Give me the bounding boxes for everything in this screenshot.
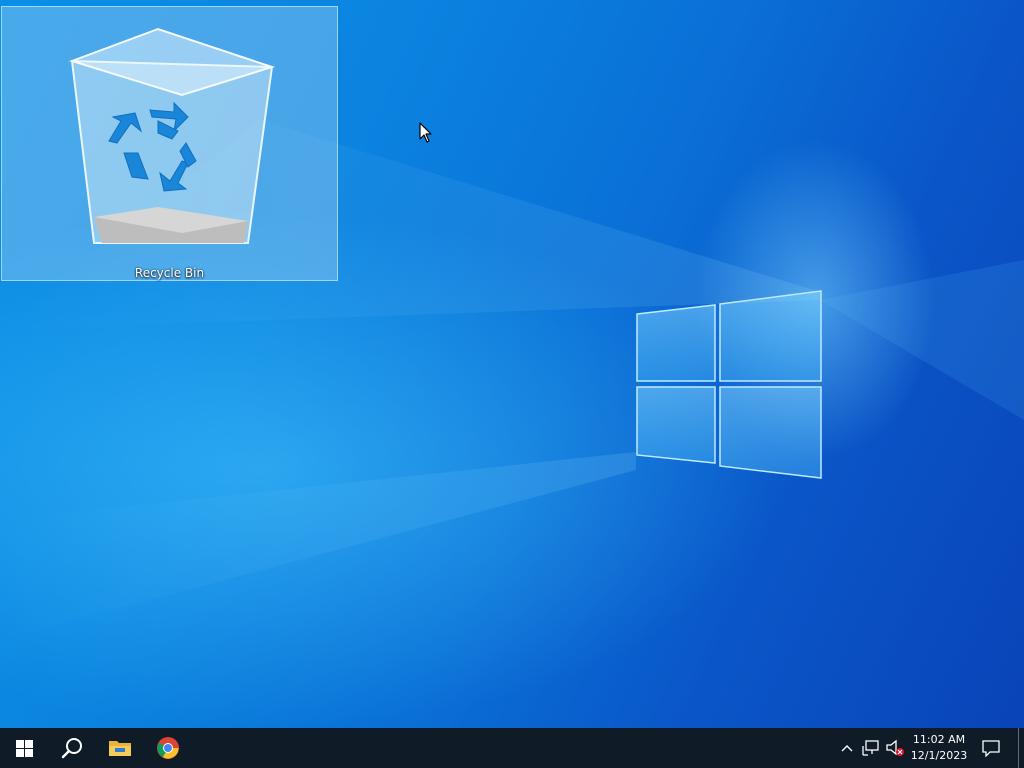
chevron-up-icon <box>841 745 853 752</box>
clock-date: 12/1/2023 <box>910 749 968 762</box>
folder-icon <box>109 741 131 756</box>
recycle-bin-label: Recycle Bin <box>134 266 205 280</box>
mouse-cursor-icon <box>419 122 432 143</box>
taskbar-clock[interactable]: 11:02 AM 12/1/2023 <box>906 728 972 768</box>
recycle-bin-desktop-icon[interactable]: Recycle Bin <box>1 6 338 281</box>
taskbar: 11:02 AM 12/1/2023 <box>0 728 1024 768</box>
windows-logo-icon <box>15 739 33 757</box>
network-button[interactable] <box>860 728 882 768</box>
action-center-icon <box>982 739 1000 757</box>
search-icon <box>61 738 82 759</box>
volume-muted-icon <box>886 739 904 756</box>
file-explorer-button[interactable] <box>96 728 144 768</box>
clock-time: 11:02 AM <box>912 733 966 746</box>
chrome-button[interactable] <box>144 728 192 768</box>
search-button[interactable] <box>48 728 96 768</box>
start-button[interactable] <box>0 728 48 768</box>
desktop[interactable]: Recycle Bin <box>0 0 1024 728</box>
volume-button[interactable] <box>884 728 906 768</box>
action-center-button[interactable] <box>978 728 1004 768</box>
show-desktop-button[interactable] <box>1018 728 1024 768</box>
recycle-bin-icon <box>68 27 276 244</box>
network-icon <box>862 740 879 756</box>
show-hidden-icons-button[interactable] <box>838 728 856 768</box>
windows-logo-wallpaper <box>636 290 822 479</box>
chrome-icon <box>157 737 179 759</box>
